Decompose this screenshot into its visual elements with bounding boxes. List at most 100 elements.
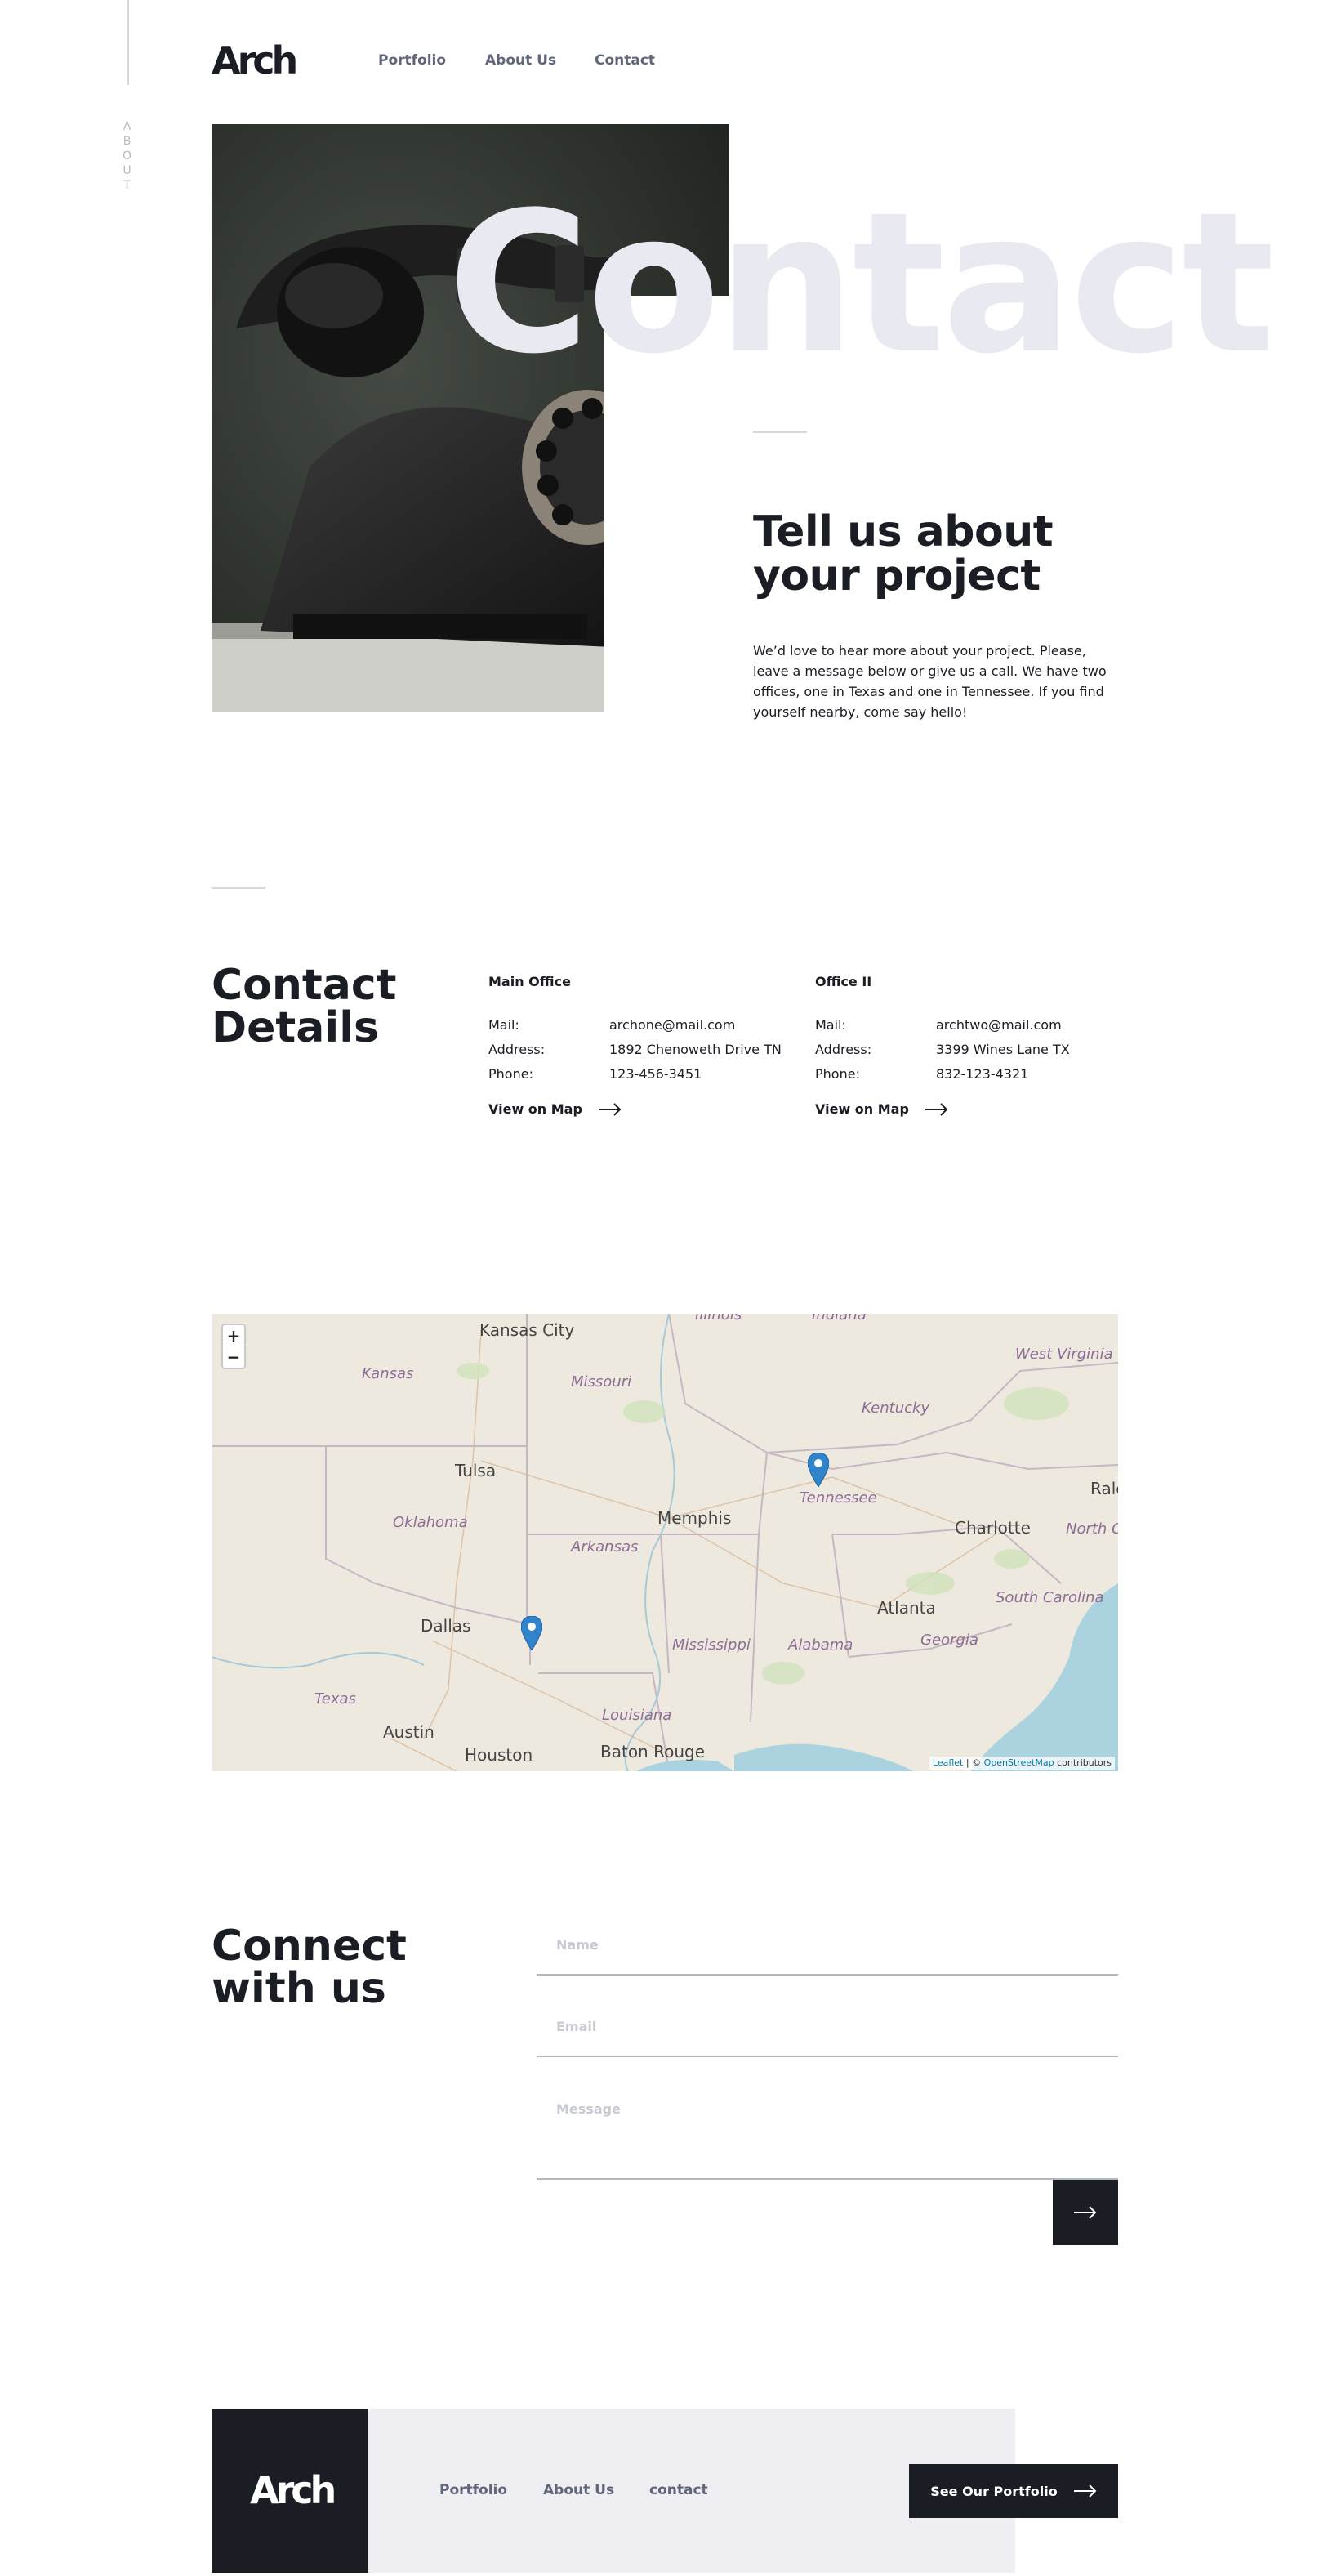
footer-nav-contact[interactable]: contact [649,2482,708,2498]
map-city-label: Raleigh [1090,1479,1118,1498]
leaflet-link[interactable]: Leaflet [933,1757,963,1768]
map-state-label: Kentucky [862,1400,930,1417]
map-state-label: Indiana [812,1314,867,1324]
nav-portfolio[interactable]: Portfolio [378,52,446,69]
title-line: Contact [212,961,397,1010]
map-city-label: Charlotte [955,1518,1031,1538]
office-name: Main Office [488,974,571,989]
title-line: Details [212,1003,379,1052]
side-vertical-line [127,0,129,85]
phone-label: Phone: [488,1066,533,1082]
office-map[interactable]: + − Kansas City Tulsa Memphis Charlotte … [212,1314,1118,1771]
map-state-label: Missouri [571,1373,632,1391]
side-letter: B [123,135,139,148]
section-divider [212,887,265,889]
side-letter: U [123,164,139,177]
map-city-label: Dallas [421,1616,471,1636]
side-letter: A [123,120,139,133]
map-state-label: North Ca [1066,1520,1118,1538]
hero-title-line: your project [753,551,1041,600]
mail-label: Mail: [488,1017,519,1033]
arrow-right-icon [1074,2206,1097,2219]
office-address-row: Address: 3399 Wines Lane TX [815,1038,1125,1062]
arrow-right-icon [598,1103,622,1116]
photo-cutout [604,369,729,712]
hero-background-word: Contact [448,171,1275,397]
view-on-map-link[interactable]: View on Map [815,1101,1125,1118]
submit-button[interactable] [1053,2180,1118,2245]
footer-nav-about-us[interactable]: About Us [543,2482,614,2498]
nav-about-us[interactable]: About Us [485,52,556,69]
attribution-separator: | © [963,1757,984,1768]
message-textarea[interactable] [537,2090,1118,2180]
map-state-label: South Carolina [996,1589,1104,1606]
title-line: with us [212,1964,386,2013]
mail-value[interactable]: archtwo@mail.com [936,1013,1062,1038]
mail-label: Mail: [815,1017,846,1033]
map-state-label: Georgia [920,1632,978,1649]
hero-description: We’d love to hear more about your projec… [753,643,1107,720]
email-input[interactable] [537,1997,1118,2057]
map-state-label: Kansas [362,1365,414,1382]
contact-details-title: Contact Details [212,964,397,1049]
attribution-text: contributors [1054,1757,1112,1768]
zoom-in-button[interactable]: + [223,1325,244,1346]
hero-title-line: Tell us about [753,507,1054,556]
zoom-out-button[interactable]: − [223,1346,244,1368]
map-state-label: Mississippi [672,1636,751,1654]
footer-logo[interactable]: Arch [250,2469,336,2511]
view-on-map-label: View on Map [815,1101,909,1117]
logo[interactable]: Arch [212,39,298,82]
map-attribution: Leaflet | © OpenStreetMap contributors [929,1757,1115,1770]
map-state-label: Louisiana [602,1707,672,1724]
office-mail-row: Mail: archtwo@mail.com [815,1013,1125,1038]
address-value: 3399 Wines Lane TX [936,1042,1070,1057]
phone-label: Phone: [815,1066,860,1082]
address-value: 1892 Chenoweth Drive TN [609,1042,782,1057]
office-name: Office II [815,974,872,989]
connect-title: Connect with us [212,1925,407,2010]
map-city-label: Baton Rouge [600,1742,705,1761]
office-two: Office II Mail: archtwo@mail.com Address… [815,974,1125,1118]
office-phone-row: Phone: 123-456-3451 [488,1062,799,1087]
map-city-label: Tulsa [455,1461,497,1480]
office-mail-row: Mail: archone@mail.com [488,1013,799,1038]
map-state-label: Oklahoma [393,1514,468,1531]
map-state-label: Illinois [695,1314,742,1324]
office-phone-row: Phone: 832-123-4321 [815,1062,1125,1087]
side-about-label: A B O U T [123,119,139,193]
map-state-label: Texas [314,1690,356,1708]
name-input[interactable] [537,1915,1118,1976]
map-state-label: West Virginia [1015,1346,1113,1363]
arrow-right-icon [1073,2484,1097,2498]
hero-title: Tell us about your project [753,507,1054,600]
view-on-map-label: View on Map [488,1101,582,1117]
osm-link[interactable]: OpenStreetMap [984,1757,1054,1768]
map-city-label: Austin [383,1722,434,1742]
map-marker-tennessee[interactable] [808,1453,829,1487]
map-city-label: Kansas City [479,1320,575,1340]
hero-divider [753,431,807,433]
see-portfolio-button[interactable]: See Our Portfolio [909,2464,1118,2518]
mail-value[interactable]: archone@mail.com [609,1013,735,1038]
side-letter: O [123,150,140,163]
map-state-label: Tennessee [800,1489,877,1507]
side-letter: T [123,179,138,192]
phone-value[interactable]: 123-456-3451 [609,1062,702,1087]
map-city-label: Memphis [657,1508,732,1528]
map-state-label: Alabama [788,1636,853,1654]
nav-contact[interactable]: Contact [595,52,655,69]
office-main: Main Office Mail: archone@mail.com Addre… [488,974,799,1118]
phone-value[interactable]: 832-123-4321 [936,1062,1028,1087]
map-zoom-control: + − [221,1324,246,1369]
address-label: Address: [815,1042,872,1057]
view-on-map-link[interactable]: View on Map [488,1101,799,1118]
map-city-label: Houston [465,1745,533,1765]
title-line: Connect [212,1922,407,1971]
address-label: Address: [488,1042,546,1057]
map-state-label: Arkansas [571,1538,639,1556]
footer-nav-portfolio[interactable]: Portfolio [439,2482,507,2498]
map-marker-texas[interactable] [521,1616,542,1650]
see-portfolio-label: See Our Portfolio [930,2483,1058,2499]
arrow-right-icon [925,1103,948,1116]
